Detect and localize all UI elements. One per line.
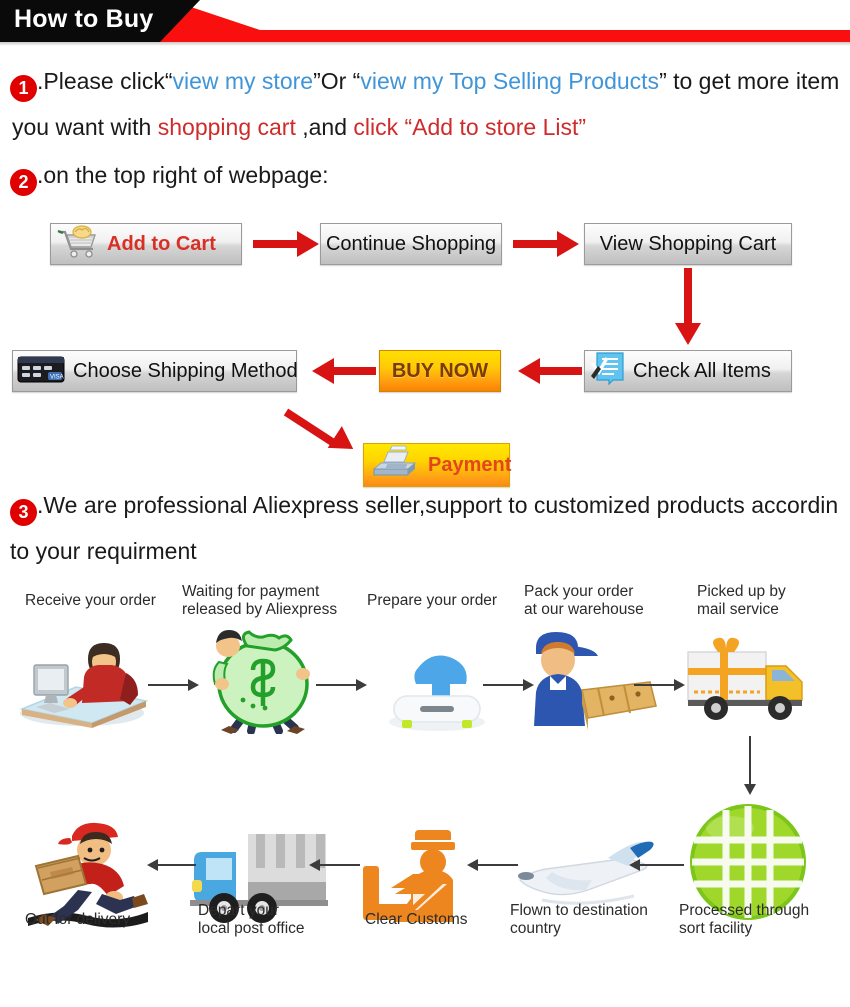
process-arrow-7-shaft (478, 864, 518, 866)
step-2-number: 2 (10, 169, 37, 196)
choose-shipping-method-button[interactable]: VISA Choose Shipping Method (12, 350, 298, 392)
process-caption-receive-order: Receive your order (25, 592, 156, 609)
choose-shipping-method-label: Choose Shipping Method (73, 359, 298, 382)
cash-register-icon (368, 443, 420, 487)
process-caption-prepare-order: Prepare your order (367, 592, 498, 609)
arrow-to-payment-head (327, 426, 361, 460)
process-caption-processed-sort-facility: Processed through sort facility (679, 902, 810, 937)
payment-button[interactable]: Payment (363, 443, 512, 487)
checkout-flow-diagram: Add to Cart Continue Shopping View Shopp… (0, 198, 850, 488)
step-1-line-1: 1 .Please click“view my store”Or “view my… (10, 58, 850, 104)
process-caption-clear-customs: Clear Customs (365, 911, 468, 928)
process-caption-out-for-delivery: Out for delivery (25, 911, 131, 928)
step-3-line-2: to your requirment (10, 528, 850, 574)
step-1: 1 .Please click“view my store”Or “view my… (0, 58, 850, 150)
add-to-cart-label: Add to Cart (107, 232, 216, 255)
process-arrow-8-shaft (320, 864, 360, 866)
process-arrow-8-head (309, 859, 320, 871)
step-3: 3 .We are professional Aliexpress seller,… (0, 482, 850, 574)
check-all-items-label: Check All Items (633, 359, 771, 382)
svg-text:VISA: VISA (50, 375, 64, 381)
process-caption-flown-to-destination: Flown to destination country (510, 902, 648, 937)
step-3-number: 3 (10, 499, 37, 526)
shopping-cart-icon (55, 224, 101, 264)
page-header-banner: How to Buy (0, 0, 850, 46)
view-my-store-link[interactable]: view my store (172, 68, 313, 94)
step-2-line-1: 2 .on the top right of webpage: (10, 152, 850, 198)
step-1-text-c: ” to get more item (659, 68, 840, 94)
arrow-addcart-to-continue-shaft (253, 240, 299, 248)
step-1-text-b: ”Or “ (313, 68, 361, 94)
money-bag-icon (195, 626, 325, 739)
process-caption-picked-up: Picked up by mail service (697, 583, 786, 618)
download-box-icon (372, 634, 502, 739)
process-arrow-4-shaft (634, 684, 676, 686)
process-arrow-6-head (629, 859, 640, 871)
step-1-text-e: ,and (295, 114, 354, 140)
process-caption-waiting-payment: Waiting for payment released by Aliexpre… (182, 583, 338, 618)
step-1-text-d: you want with (12, 114, 158, 140)
step-1-number: 1 (10, 75, 37, 102)
process-caption-depart-post-office: Depart your local post office (198, 902, 305, 937)
checklist-icon (589, 350, 629, 392)
arrow-continue-to-viewcart-head (557, 231, 579, 257)
continue-shopping-button[interactable]: Continue Shopping (320, 223, 502, 265)
process-arrow-4-head (674, 679, 685, 691)
arrow-continue-to-viewcart-shaft (513, 240, 559, 248)
process-arrow-2-shaft (316, 684, 358, 686)
buy-now-button[interactable]: BUY NOW (379, 350, 501, 392)
warehouse-worker-icon (520, 626, 660, 737)
continue-shopping-label: Continue Shopping (325, 232, 497, 255)
step-3-text-a: .We are professional Aliexpress seller,s… (37, 492, 839, 518)
arrow-check-to-buynow-head (518, 358, 540, 384)
shopping-cart-emphasis: shopping cart (157, 114, 296, 140)
add-to-cart-button[interactable]: Add to Cart (50, 223, 242, 265)
arrow-addcart-to-continue-head (297, 231, 319, 257)
process-caption-pack-order: Pack your order at our warehouse (524, 583, 644, 618)
process-arrow-1-head (188, 679, 199, 691)
arrow-check-to-buynow-shaft (540, 367, 582, 375)
arrow-buynow-to-shipping-head (312, 358, 334, 384)
person-at-computer-icon (14, 629, 154, 734)
payment-label: Payment (428, 453, 512, 476)
arrow-buynow-to-shipping-shaft (334, 367, 376, 375)
check-all-items-button[interactable]: Check All Items (584, 350, 792, 392)
arrow-viewcart-to-check-shaft (684, 268, 692, 326)
view-shopping-cart-button[interactable]: View Shopping Cart (584, 223, 792, 265)
process-arrow-9-shaft (158, 864, 196, 866)
shipping-process-diagram: Receive your order Waiting for payment r… (0, 574, 850, 964)
header-shadow (0, 42, 850, 46)
step-2-text: .on the top right of webpage: (37, 162, 329, 188)
process-arrow-5-shaft (749, 736, 751, 786)
step-2: 2 .on the top right of webpage: (0, 152, 850, 198)
step-1-text-a: .Please click“ (37, 68, 173, 94)
process-arrow-2-head (356, 679, 367, 691)
process-arrow-1-shaft (148, 684, 190, 686)
page-title: How to Buy (14, 5, 154, 33)
process-arrow-9-head (147, 859, 158, 871)
process-arrow-3-shaft (483, 684, 525, 686)
view-shopping-cart-label: View Shopping Cart (599, 232, 777, 255)
step-3-line-1: 3 .We are professional Aliexpress seller,… (10, 482, 850, 528)
step-3-text-b: to your requirment (10, 538, 197, 564)
delivery-truck-icon (680, 632, 830, 737)
buy-now-label: BUY NOW (391, 359, 489, 382)
process-arrow-6-shaft (640, 864, 684, 866)
process-arrow-7-head (467, 859, 478, 871)
process-arrow-5-head (744, 784, 756, 795)
credit-card-icon: VISA (15, 350, 69, 392)
view-my-top-selling-products-link[interactable]: view my Top Selling Products (360, 68, 659, 94)
arrow-viewcart-to-check-head (675, 323, 701, 345)
step-1-line-2: you want with shopping cart ,and click “… (12, 104, 850, 150)
process-arrow-3-head (523, 679, 534, 691)
add-to-store-list-emphasis: click “Add to store List” (353, 114, 587, 140)
